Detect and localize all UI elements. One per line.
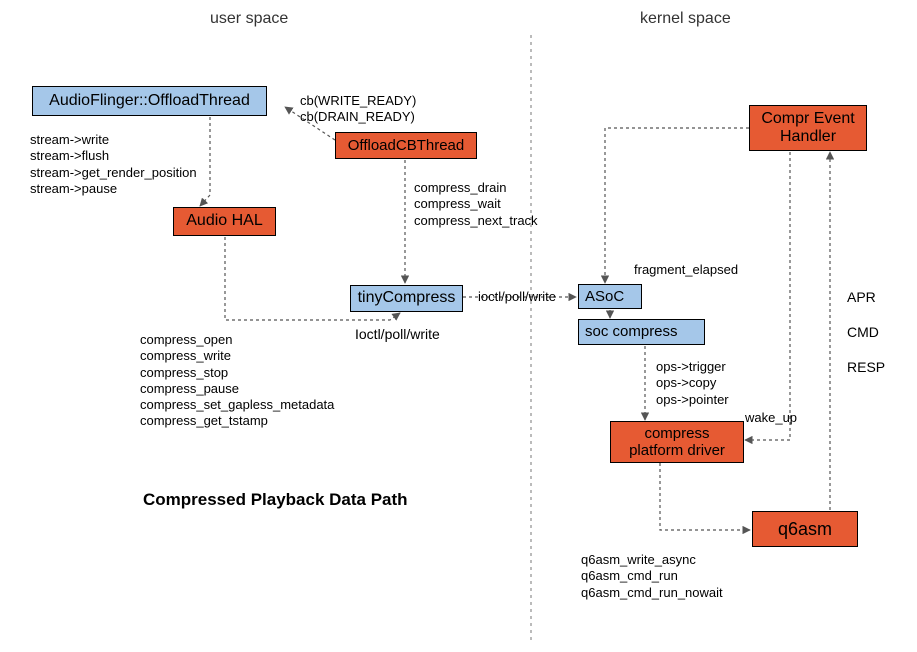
- node-asoc: ASoC: [578, 284, 642, 309]
- node-compress-platform-driver: compress platform driver: [610, 421, 744, 463]
- label-apr-cmd-resp: APR CMD RESP: [847, 289, 885, 377]
- diagram-title: Compressed Playback Data Path: [143, 490, 408, 510]
- node-offload-cb-thread: OffloadCBThread: [335, 132, 477, 159]
- label-q6asm-calls: q6asm_write_async q6asm_cmd_run q6asm_cm…: [581, 552, 723, 601]
- user-space-heading: user space: [210, 10, 288, 28]
- label-ops-calls: ops->trigger ops->copy ops->pointer: [656, 359, 729, 408]
- label-cb-calls: cb(WRITE_READY) cb(DRAIN_READY): [300, 93, 416, 126]
- label-offload-to-tiny: compress_drain compress_wait compress_ne…: [414, 180, 538, 229]
- node-compr-event-handler: Compr Event Handler: [749, 105, 867, 151]
- node-soc-compress: soc compress: [578, 319, 705, 345]
- label-stream-calls: stream->write stream->flush stream->get_…: [30, 132, 197, 197]
- node-audioflinger: AudioFlinger::OffloadThread: [32, 86, 267, 116]
- label-wake-up: wake_up: [745, 410, 797, 426]
- node-q6asm: q6asm: [752, 511, 858, 547]
- label-hal-to-tiny: compress_open compress_write compress_st…: [140, 332, 334, 430]
- label-fragment-elapsed: fragment_elapsed: [634, 262, 738, 278]
- node-tinycompress: tinyCompress: [350, 285, 463, 312]
- label-ioctl-right: ioctl/poll/write: [478, 289, 556, 305]
- label-ioctl-left: Ioctl/poll/write: [355, 326, 440, 344]
- kernel-space-heading: kernel space: [640, 10, 731, 28]
- node-audio-hal: Audio HAL: [173, 207, 276, 236]
